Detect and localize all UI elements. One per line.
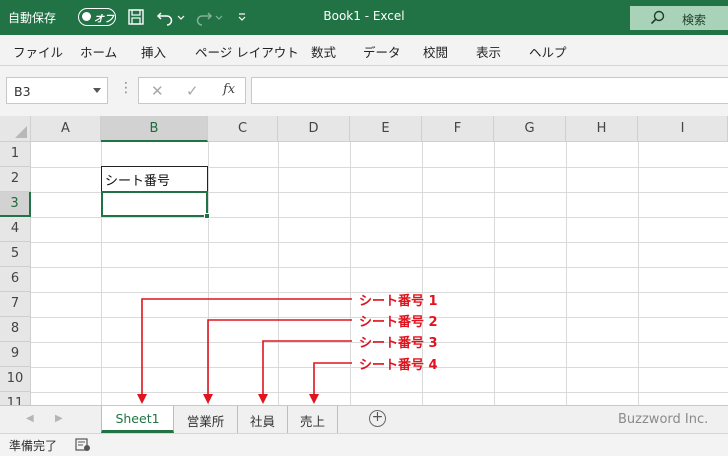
scroll-left-icon[interactable]: ◀ [26, 413, 34, 424]
annotation-label-2: シート番号 2 [359, 315, 438, 330]
annotation-label-1: シート番号 1 [359, 294, 438, 309]
column-header-f[interactable]: F [422, 116, 494, 142]
scroll-right-icon[interactable]: ▶ [55, 413, 63, 424]
add-sheet-button[interactable]: + [369, 410, 386, 427]
annotation-label-3: シート番号 3 [359, 336, 438, 351]
tab-home[interactable]: ホーム [80, 42, 117, 61]
ribbon-tabs: ファイル ホーム 挿入 ページ レイアウト 数式 データ 校閲 表示 ヘルプ [0, 35, 728, 66]
formula-buttons: ✕ ✓ fx [138, 77, 246, 104]
row-header-5[interactable]: 5 [0, 242, 31, 267]
row-header-8[interactable]: 8 [0, 317, 31, 342]
sheet-tab-eigyosho[interactable]: 営業所 [174, 406, 238, 433]
select-all-corner[interactable] [0, 116, 31, 142]
column-header-h[interactable]: H [566, 116, 638, 142]
column-header-i[interactable]: I [638, 116, 728, 142]
watermark: Buzzword Inc. [618, 412, 709, 427]
row-header-10[interactable]: 10 [0, 367, 31, 392]
formula-input[interactable] [251, 77, 728, 104]
cell-b2[interactable]: シート番号 [101, 166, 208, 192]
name-box-value: B3 [14, 84, 31, 99]
enter-icon: ✓ [186, 82, 199, 100]
status-bar: 準備完了 [0, 433, 728, 456]
tab-insert[interactable]: 挿入 [141, 42, 166, 61]
search-icon [650, 10, 666, 29]
column-header-c[interactable]: C [208, 116, 278, 142]
cancel-icon: ✕ [151, 82, 164, 100]
fill-handle[interactable] [204, 213, 210, 219]
status-text: 準備完了 [9, 439, 58, 453]
row-header-7[interactable]: 7 [0, 292, 31, 317]
row-header-3[interactable]: 3 [0, 192, 31, 217]
row-header-6[interactable]: 6 [0, 267, 31, 292]
name-box[interactable]: B3 [6, 77, 108, 104]
sheet-tab-bar: ◀ ▶ Sheet1 営業所 社員 売上 + Buzzword Inc. [0, 405, 728, 433]
tab-help[interactable]: ヘルプ [529, 42, 567, 61]
row-header-11[interactable]: 11 [0, 392, 31, 405]
formula-bar: B3 ⋮ ✕ ✓ fx [0, 66, 728, 116]
row-header-2[interactable]: 2 [0, 167, 31, 192]
tab-review[interactable]: 校閲 [423, 42, 448, 61]
macro-record-icon[interactable] [75, 438, 91, 455]
search-box[interactable]: 検索 [630, 6, 728, 30]
tab-data[interactable]: データ [363, 42, 401, 61]
column-header-d[interactable]: D [278, 116, 350, 142]
sheet-tab-shain[interactable]: 社員 [238, 406, 288, 433]
tab-formulas[interactable]: 数式 [311, 42, 336, 61]
sheet-tab-sheet1[interactable]: Sheet1 [101, 406, 174, 433]
column-header-e[interactable]: E [350, 116, 422, 142]
row-header-4[interactable]: 4 [0, 217, 31, 242]
row-header-1[interactable]: 1 [0, 142, 31, 167]
tab-file[interactable]: ファイル [13, 42, 63, 61]
column-header-b[interactable]: B [101, 116, 208, 142]
tab-view[interactable]: 表示 [476, 42, 501, 61]
sheet-tab-uriage[interactable]: 売上 [288, 406, 338, 433]
column-header-a[interactable]: A [31, 116, 101, 142]
document-title: Book1 - Excel [323, 9, 405, 23]
row-header-9[interactable]: 9 [0, 342, 31, 367]
tab-page-layout[interactable]: ページ レイアウト [195, 42, 299, 61]
chevron-down-icon[interactable] [93, 88, 101, 93]
drag-handle-icon[interactable]: ⋮ [119, 80, 134, 96]
search-label: 検索 [682, 13, 707, 27]
insert-function-icon[interactable]: fx [223, 82, 235, 97]
column-header-g[interactable]: G [494, 116, 566, 142]
active-cell-b3[interactable] [101, 191, 210, 219]
annotation-label-4: シート番号 4 [359, 358, 438, 373]
title-bar: 自動保存 オフ Book1 - Excel 検索 [0, 0, 728, 35]
